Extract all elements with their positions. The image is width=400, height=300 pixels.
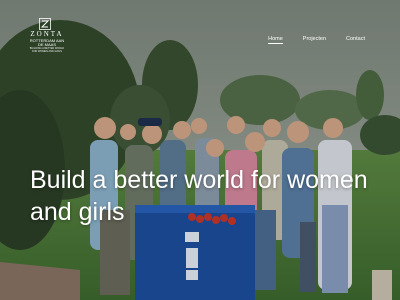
nav-contact-link[interactable]: Contact: [346, 36, 365, 44]
logo-brand: ZONTA: [30, 30, 64, 38]
nav-home-link[interactable]: Home: [268, 36, 283, 44]
hero-headline: Build a better world for women and girls: [30, 166, 368, 226]
logo-club-name: ROTTERDAM AAN DE MAAS: [29, 38, 65, 47]
zonta-logo[interactable]: ZONTA ROTTERDAM AAN DE MAAS BUILDING A B…: [29, 18, 65, 53]
zonta-emblem-icon: [39, 18, 51, 30]
main-nav: Home Projecten Contact: [268, 36, 365, 44]
logo-tagline: BUILDING A BETTER WORLD FOR WOMEN AND GI…: [29, 47, 65, 53]
nav-projecten-link[interactable]: Projecten: [303, 36, 326, 44]
